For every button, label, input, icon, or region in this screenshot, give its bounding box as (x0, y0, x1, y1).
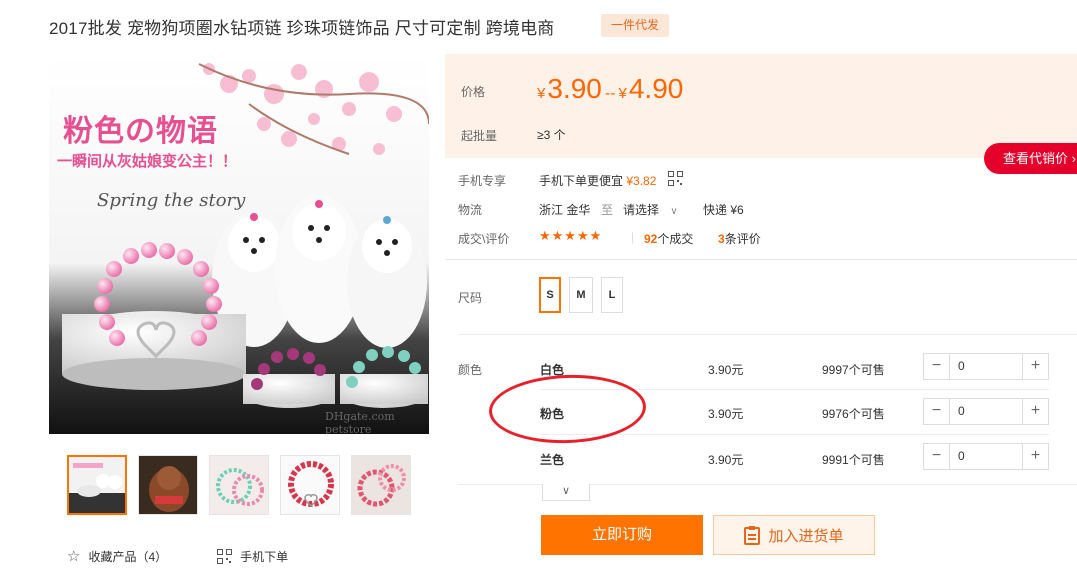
price-panel: 价格 ¥ 3.90 -- ¥ 4.90 起批量 ≥3 个 (445, 54, 1077, 158)
color-price-white: 3.90元 (708, 363, 744, 377)
star-outline-icon: ☆ (67, 548, 81, 565)
add-to-cart-button[interactable]: 加入进货单 (713, 515, 875, 555)
quantity-input[interactable]: 0 (950, 354, 1022, 379)
price-range: ¥ 3.90 -- ¥ 4.90 (537, 73, 683, 105)
dropship-tag[interactable]: 一件代发 (601, 14, 669, 37)
destination-select[interactable]: 请选择 ∨ (623, 201, 678, 218)
divider (458, 334, 1077, 335)
price-range-separator: -- (604, 85, 616, 102)
deals-reviews-label: 成交\评价 (458, 232, 510, 246)
express-fee: 快递 ¥6 (703, 203, 744, 217)
review-suffix: 条评价 (724, 232, 761, 246)
clipboard-icon (744, 526, 761, 545)
thumbnail-strip (67, 455, 411, 515)
color-stock-blue: 9991个可售 (822, 453, 885, 467)
sales-suffix: 个成交 (657, 232, 694, 246)
divider (445, 259, 1077, 260)
main-product-image[interactable]: 粉色の物语 一瞬间从灰姑娘变公主！！ Spring the story DHga… (49, 54, 429, 434)
thumbnail-3[interactable] (209, 455, 269, 515)
qr-code-icon[interactable] (668, 171, 683, 186)
quantity-stepper-blue: − 0 + (923, 443, 1049, 470)
size-label: 尺码 (458, 291, 483, 305)
destination-value: 请选择 (623, 203, 660, 217)
mobile-order-link[interactable]: 手机下单 (217, 548, 288, 565)
moq-label: 起批量 (461, 129, 498, 143)
size-option-m[interactable]: M (569, 277, 593, 313)
quantity-input[interactable]: 0 (950, 444, 1022, 469)
mobile-exclusive-text: 手机下单更便宜 ¥3.82 (539, 172, 656, 189)
mobile-exclusive-label: 手机专享 (458, 174, 507, 188)
sales-count-link[interactable]: 92个成交 (644, 230, 693, 247)
mobile-order-label: 手机下单 (240, 549, 289, 564)
price-label: 价格 (461, 85, 486, 99)
currency-symbol: ¥ (618, 85, 627, 102)
increment-button[interactable]: + (1022, 399, 1048, 424)
favorite-label: 收藏产品（4） (88, 549, 168, 564)
rating-stars: ★★★★★ (539, 228, 603, 243)
moq-value: ≥3 个 (537, 128, 566, 142)
mobile-cheaper-text: 手机下单更便宜 (539, 174, 624, 188)
currency-symbol: ¥ (537, 85, 546, 102)
qr-code-icon (217, 548, 233, 564)
mobile-price: ¥3.82 (626, 174, 657, 188)
logistics-origin: 浙江 金华 (539, 203, 591, 217)
color-name-blue: 兰色 (540, 453, 565, 467)
thumbnail-1[interactable] (67, 455, 127, 515)
decrement-button[interactable]: − (924, 399, 950, 424)
logistics-to: 至 (601, 203, 614, 217)
color-price-blue: 3.90元 (708, 453, 744, 467)
image-brand-watermark: DHgate.com petstore (325, 410, 395, 434)
review-count-link[interactable]: 3条评价 (718, 230, 761, 247)
review-count: 3 (718, 232, 725, 246)
deals-divider: | (631, 230, 635, 244)
chevron-down-icon: ∨ (670, 206, 678, 217)
chevron-down-icon: ∨ (561, 485, 571, 497)
thumbnail-5[interactable] (351, 455, 411, 515)
size-option-l[interactable]: L (601, 277, 623, 313)
buy-now-button[interactable]: 立即订购 (541, 515, 703, 555)
color-price-pink: 3.90元 (708, 407, 744, 421)
size-option-s[interactable]: S (539, 277, 561, 313)
logistics-label: 物流 (458, 203, 483, 217)
decrement-button[interactable]: − (924, 444, 950, 469)
sales-count: 92 (644, 232, 658, 246)
quantity-stepper-pink: − 0 + (923, 398, 1049, 425)
thumbnail-4[interactable] (280, 455, 340, 515)
image-headline: 粉色の物语 (63, 114, 218, 149)
image-subline: 一瞬间从灰姑娘变公主！！ (57, 152, 238, 170)
increment-button[interactable]: + (1022, 444, 1048, 469)
color-stock-pink: 9976个可售 (822, 407, 885, 421)
price-low: 3.90 (547, 73, 602, 104)
expand-more-button[interactable]: ∨ (542, 484, 590, 501)
decrement-button[interactable]: − (924, 354, 950, 379)
price-high: 4.90 (628, 73, 684, 104)
quantity-stepper-white: − 0 + (923, 353, 1049, 380)
color-stock-white: 9997个可售 (822, 363, 885, 377)
add-to-cart-label: 加入进货单 (768, 527, 844, 545)
quantity-input[interactable]: 0 (950, 399, 1022, 424)
color-label: 颜色 (458, 363, 483, 377)
thumbnail-2[interactable] (138, 455, 198, 515)
favorite-product-link[interactable]: ☆ 收藏产品（4） (67, 547, 167, 565)
image-spring-text: Spring the story (97, 190, 246, 211)
view-agent-price-button[interactable]: 查看代销价 › (984, 143, 1077, 174)
bottom-links: ☆ 收藏产品（4） 手机下单 (67, 547, 338, 565)
increment-button[interactable]: + (1022, 354, 1048, 379)
product-title: 2017批发 宠物狗项圈水钻项链 珍珠项链饰品 尺寸可定制 跨境电商 (49, 19, 555, 38)
